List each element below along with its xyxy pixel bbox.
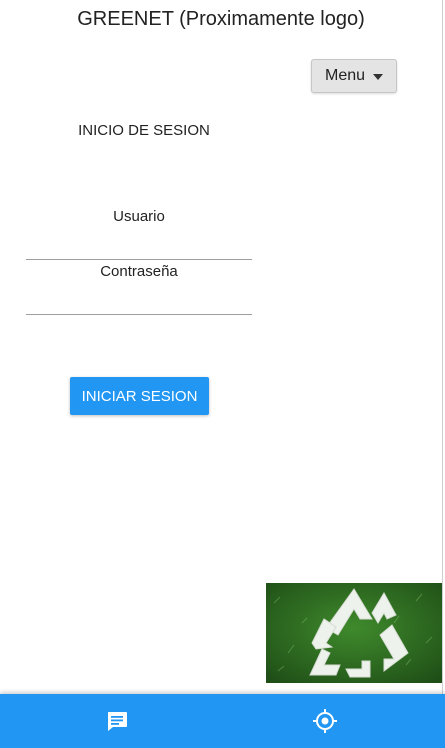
caret-down-icon [373,74,384,80]
chat-icon [108,712,127,731]
app-frame: GREENET (Proximamente logo) Menu INICIO … [0,0,443,748]
menu-dropdown-button[interactable]: Menu [311,59,397,93]
password-input[interactable] [26,291,252,315]
menu-button-label: Menu [324,67,366,84]
password-label: Contraseña [100,263,178,280]
username-input[interactable] [26,236,252,260]
login-heading: INICIO DE SESION [78,122,210,139]
bottom-navigation-bar [0,694,445,748]
nav-item-chat[interactable] [6,694,228,748]
login-submit-button[interactable]: INICIAR SESION [70,377,209,415]
nav-item-location[interactable] [214,694,436,748]
location-target-icon [313,709,337,733]
app-title: GREENET (Proximamente logo) [77,8,365,30]
recycle-image [266,583,442,683]
username-label: Usuario [113,208,165,225]
